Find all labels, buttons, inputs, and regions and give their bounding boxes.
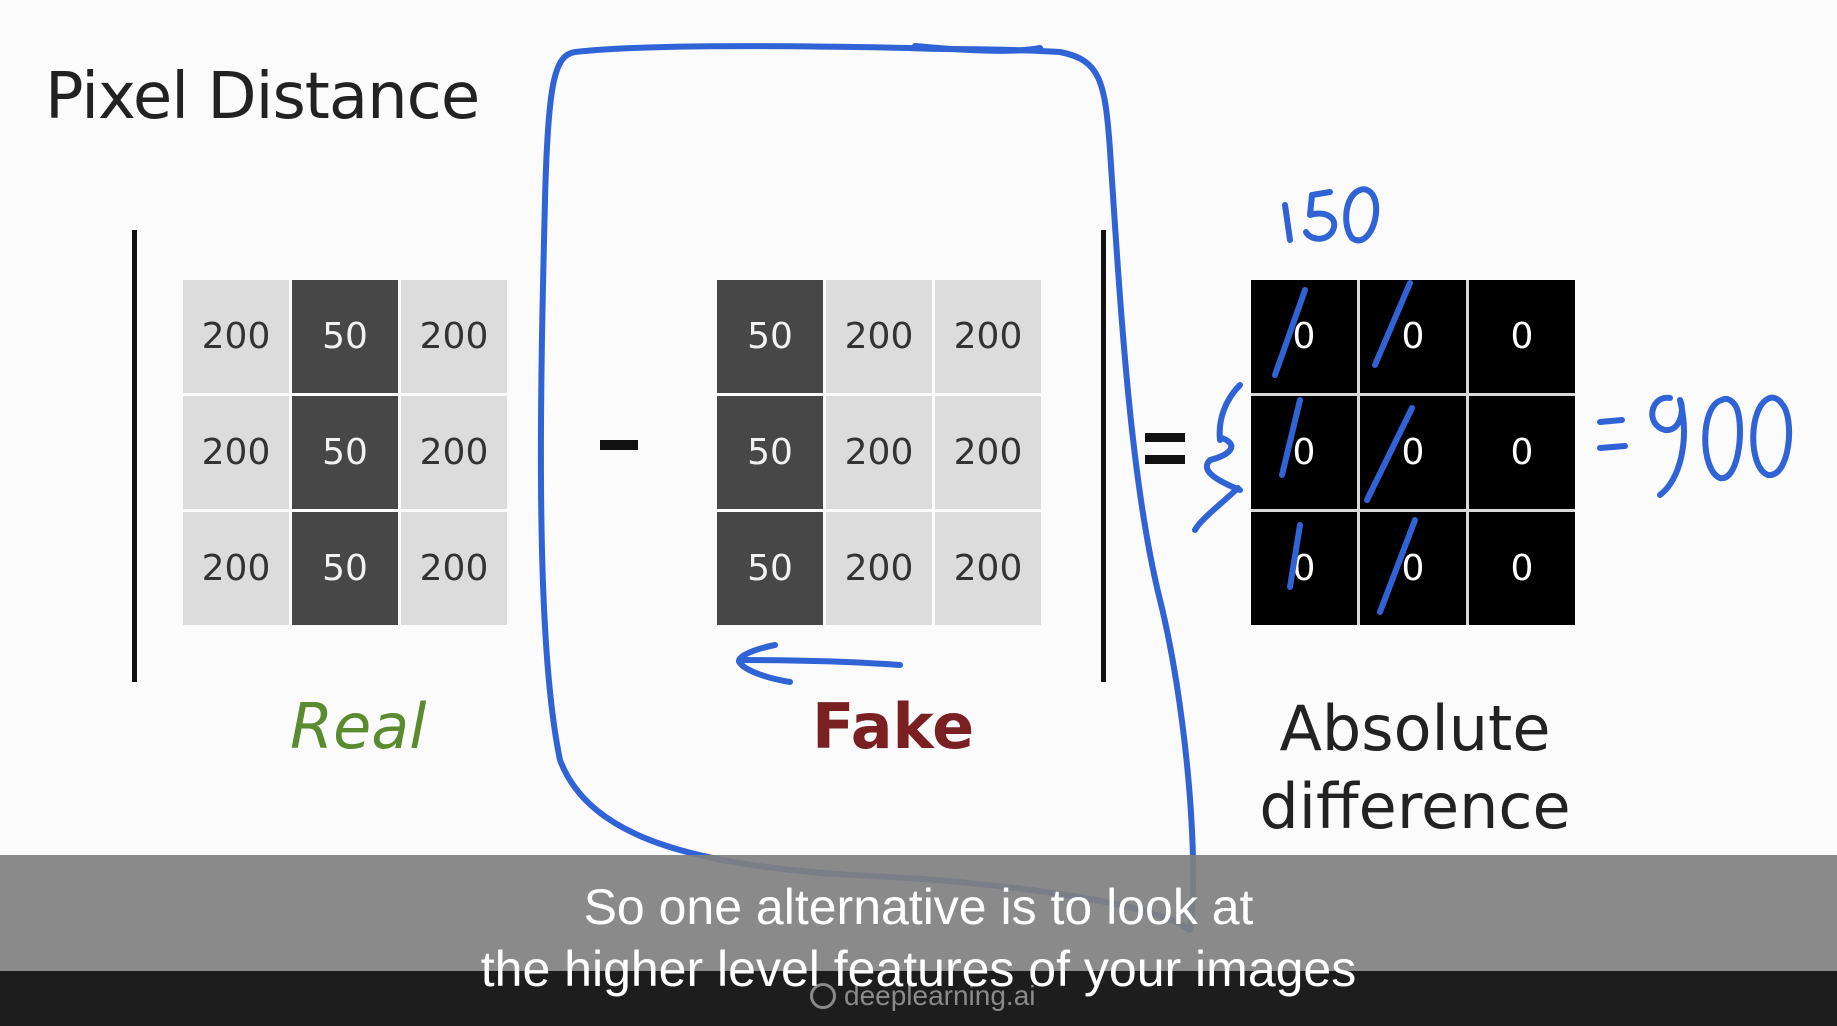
handwritten-slash — [1377, 517, 1418, 615]
handwritten-equals — [1597, 417, 1628, 451]
handwritten-loop — [537, 43, 1197, 933]
handwritten-0a — [1702, 395, 1743, 481]
handwritten-150-1 — [1282, 202, 1293, 243]
subtitle-line-2: the higher level features of your images — [480, 941, 1357, 997]
handwritten-sigma — [1192, 382, 1243, 533]
handwritten-slash — [1372, 280, 1413, 368]
handwritten-150-5 — [1303, 189, 1338, 242]
handwritten-0b — [1750, 394, 1793, 478]
handwritten-arrow-head — [736, 642, 793, 685]
handwritten-slash — [1364, 405, 1415, 503]
handwritten-150-0 — [1343, 186, 1380, 244]
handwritten-slash — [1272, 287, 1308, 378]
handwritten-slash — [1287, 522, 1303, 590]
subtitle-line-1: So one alternative is to look at — [583, 879, 1254, 935]
handwritten-9 — [1649, 394, 1687, 498]
handwritten-arrow-line — [737, 657, 903, 668]
handwritten-slash — [1279, 397, 1303, 478]
